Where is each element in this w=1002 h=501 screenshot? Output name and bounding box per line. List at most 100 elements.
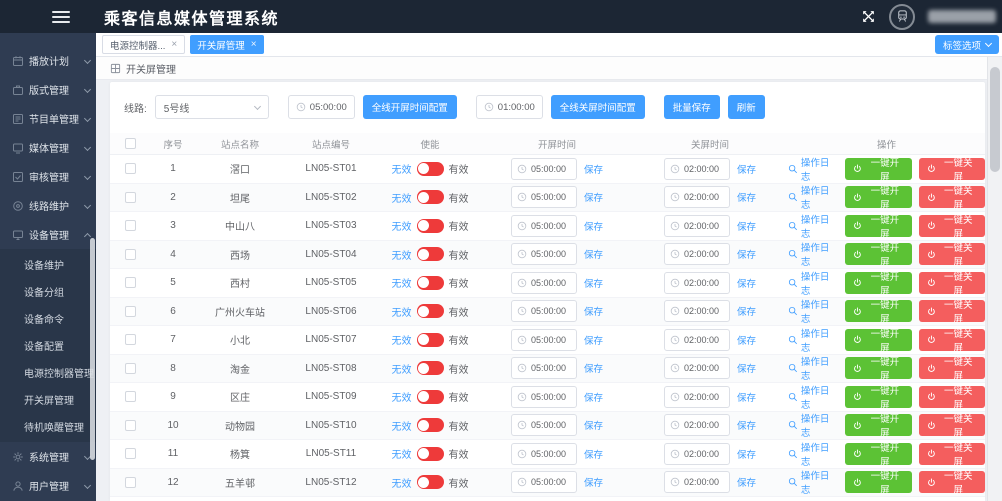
close-time-input[interactable]: 02:00:00: [664, 443, 730, 465]
sidebar-subitem-standby-wake[interactable]: 待机唤醒管理: [0, 413, 96, 440]
enable-toggle[interactable]: [417, 162, 444, 176]
enable-toggle[interactable]: [417, 475, 444, 489]
tab-power-controller[interactable]: 电源控制器...×: [102, 35, 185, 54]
open-time-input[interactable]: 05:00:00: [511, 414, 577, 436]
save-link[interactable]: 保存: [584, 333, 603, 347]
close-screen-button[interactable]: 一键关屏: [919, 329, 985, 351]
sidebar-item-line-maintenance[interactable]: 线路维护: [0, 191, 96, 220]
close-time-input[interactable]: 02:00:00: [664, 215, 730, 237]
save-link[interactable]: 保存: [584, 361, 603, 375]
operation-log-link[interactable]: 操作日志: [788, 440, 838, 468]
close-time-input[interactable]: 02:00:00: [664, 471, 730, 493]
open-screen-button[interactable]: 一键开屏: [845, 443, 911, 465]
close-screen-button[interactable]: 一键关屏: [919, 386, 985, 408]
operation-log-link[interactable]: 操作日志: [788, 383, 838, 411]
close-icon[interactable]: ×: [251, 40, 257, 50]
save-link[interactable]: 保存: [584, 190, 603, 204]
row-checkbox[interactable]: [125, 163, 136, 174]
batch-save-button[interactable]: 批量保存: [664, 95, 720, 119]
sidebar-scrollbar[interactable]: [90, 238, 95, 460]
save-link[interactable]: 保存: [584, 475, 603, 489]
row-checkbox[interactable]: [125, 334, 136, 345]
enable-toggle[interactable]: [417, 333, 444, 347]
open-time-input[interactable]: 05:00:00: [511, 329, 577, 351]
save-link[interactable]: 保存: [584, 247, 603, 261]
open-time-input[interactable]: 05:00:00: [511, 357, 577, 379]
close-screen-button[interactable]: 一键关屏: [919, 215, 985, 237]
sidebar-item-user-mgmt[interactable]: 用户管理: [0, 471, 96, 500]
open-screen-button[interactable]: 一键开屏: [845, 186, 911, 208]
hamburger-menu-icon[interactable]: [52, 8, 70, 26]
save-link[interactable]: 保存: [584, 162, 603, 176]
operation-log-link[interactable]: 操作日志: [788, 326, 838, 354]
close-screen-button[interactable]: 一键关屏: [919, 272, 985, 294]
row-checkbox[interactable]: [125, 448, 136, 459]
save-link[interactable]: 保存: [737, 475, 756, 489]
open-time-input[interactable]: 05:00:00: [511, 272, 577, 294]
open-time-input[interactable]: 05:00:00: [511, 300, 577, 322]
all-close-time-input[interactable]: 01:00:00: [476, 95, 543, 119]
row-checkbox[interactable]: [125, 420, 136, 431]
close-screen-button[interactable]: 一键关屏: [919, 414, 985, 436]
enable-toggle[interactable]: [417, 418, 444, 432]
enable-toggle[interactable]: [417, 276, 444, 290]
save-link[interactable]: 保存: [737, 333, 756, 347]
close-time-input[interactable]: 02:00:00: [664, 329, 730, 351]
row-checkbox[interactable]: [125, 391, 136, 402]
close-time-input[interactable]: 02:00:00: [664, 243, 730, 265]
content-scrollbar[interactable]: [987, 57, 1002, 501]
enable-toggle[interactable]: [417, 304, 444, 318]
sidebar-subitem-device-config[interactable]: 设备配置: [0, 332, 96, 359]
tag-options-button[interactable]: 标签选项: [935, 35, 999, 54]
sidebar-subitem-device-maintenance[interactable]: 设备维护: [0, 251, 96, 278]
save-link[interactable]: 保存: [737, 276, 756, 290]
open-screen-button[interactable]: 一键开屏: [845, 329, 911, 351]
save-link[interactable]: 保存: [584, 276, 603, 290]
sidebar-subitem-device-command[interactable]: 设备命令: [0, 305, 96, 332]
operation-log-link[interactable]: 操作日志: [788, 354, 838, 382]
open-screen-button[interactable]: 一键开屏: [845, 243, 911, 265]
row-checkbox[interactable]: [125, 220, 136, 231]
select-all-checkbox[interactable]: [125, 138, 136, 149]
close-screen-button[interactable]: 一键关屏: [919, 443, 985, 465]
open-screen-button[interactable]: 一键开屏: [845, 300, 911, 322]
enable-toggle[interactable]: [417, 247, 444, 261]
save-link[interactable]: 保存: [584, 418, 603, 432]
save-link[interactable]: 保存: [737, 162, 756, 176]
sidebar-item-audit-mgmt[interactable]: 审核管理: [0, 162, 96, 191]
open-screen-button[interactable]: 一键开屏: [845, 215, 911, 237]
tab-switch-screen[interactable]: 开关屏管理×: [190, 35, 263, 54]
close-screen-button[interactable]: 一键关屏: [919, 243, 985, 265]
refresh-button[interactable]: 刷新: [728, 95, 765, 119]
save-link[interactable]: 保存: [737, 247, 756, 261]
line-select[interactable]: 5号线: [155, 95, 269, 119]
close-time-input[interactable]: 02:00:00: [664, 414, 730, 436]
operation-log-link[interactable]: 操作日志: [788, 240, 838, 268]
sidebar-item-layout-mgmt[interactable]: 版式管理: [0, 75, 96, 104]
open-screen-button[interactable]: 一键开屏: [845, 414, 911, 436]
enable-toggle[interactable]: [417, 190, 444, 204]
scrollbar-thumb[interactable]: [990, 67, 1000, 172]
open-screen-button[interactable]: 一键开屏: [845, 158, 911, 180]
save-link[interactable]: 保存: [737, 190, 756, 204]
save-link[interactable]: 保存: [737, 418, 756, 432]
save-link[interactable]: 保存: [737, 219, 756, 233]
save-link[interactable]: 保存: [737, 361, 756, 375]
all-open-config-button[interactable]: 全线开屏时间配置: [363, 95, 457, 119]
sidebar-item-play-plan[interactable]: 播放计划: [0, 46, 96, 75]
sidebar-item-device-mgmt[interactable]: 设备管理: [0, 220, 96, 249]
close-time-input[interactable]: 02:00:00: [664, 300, 730, 322]
row-checkbox[interactable]: [125, 363, 136, 374]
enable-toggle[interactable]: [417, 447, 444, 461]
operation-log-link[interactable]: 操作日志: [788, 183, 838, 211]
save-link[interactable]: 保存: [584, 304, 603, 318]
close-screen-button[interactable]: 一键关屏: [919, 471, 985, 493]
operation-log-link[interactable]: 操作日志: [788, 411, 838, 439]
close-time-input[interactable]: 02:00:00: [664, 158, 730, 180]
user-avatar-train-icon[interactable]: [889, 4, 915, 30]
save-link[interactable]: 保存: [737, 390, 756, 404]
row-checkbox[interactable]: [125, 477, 136, 488]
close-screen-button[interactable]: 一键关屏: [919, 357, 985, 379]
enable-toggle[interactable]: [417, 361, 444, 375]
close-time-input[interactable]: 02:00:00: [664, 272, 730, 294]
